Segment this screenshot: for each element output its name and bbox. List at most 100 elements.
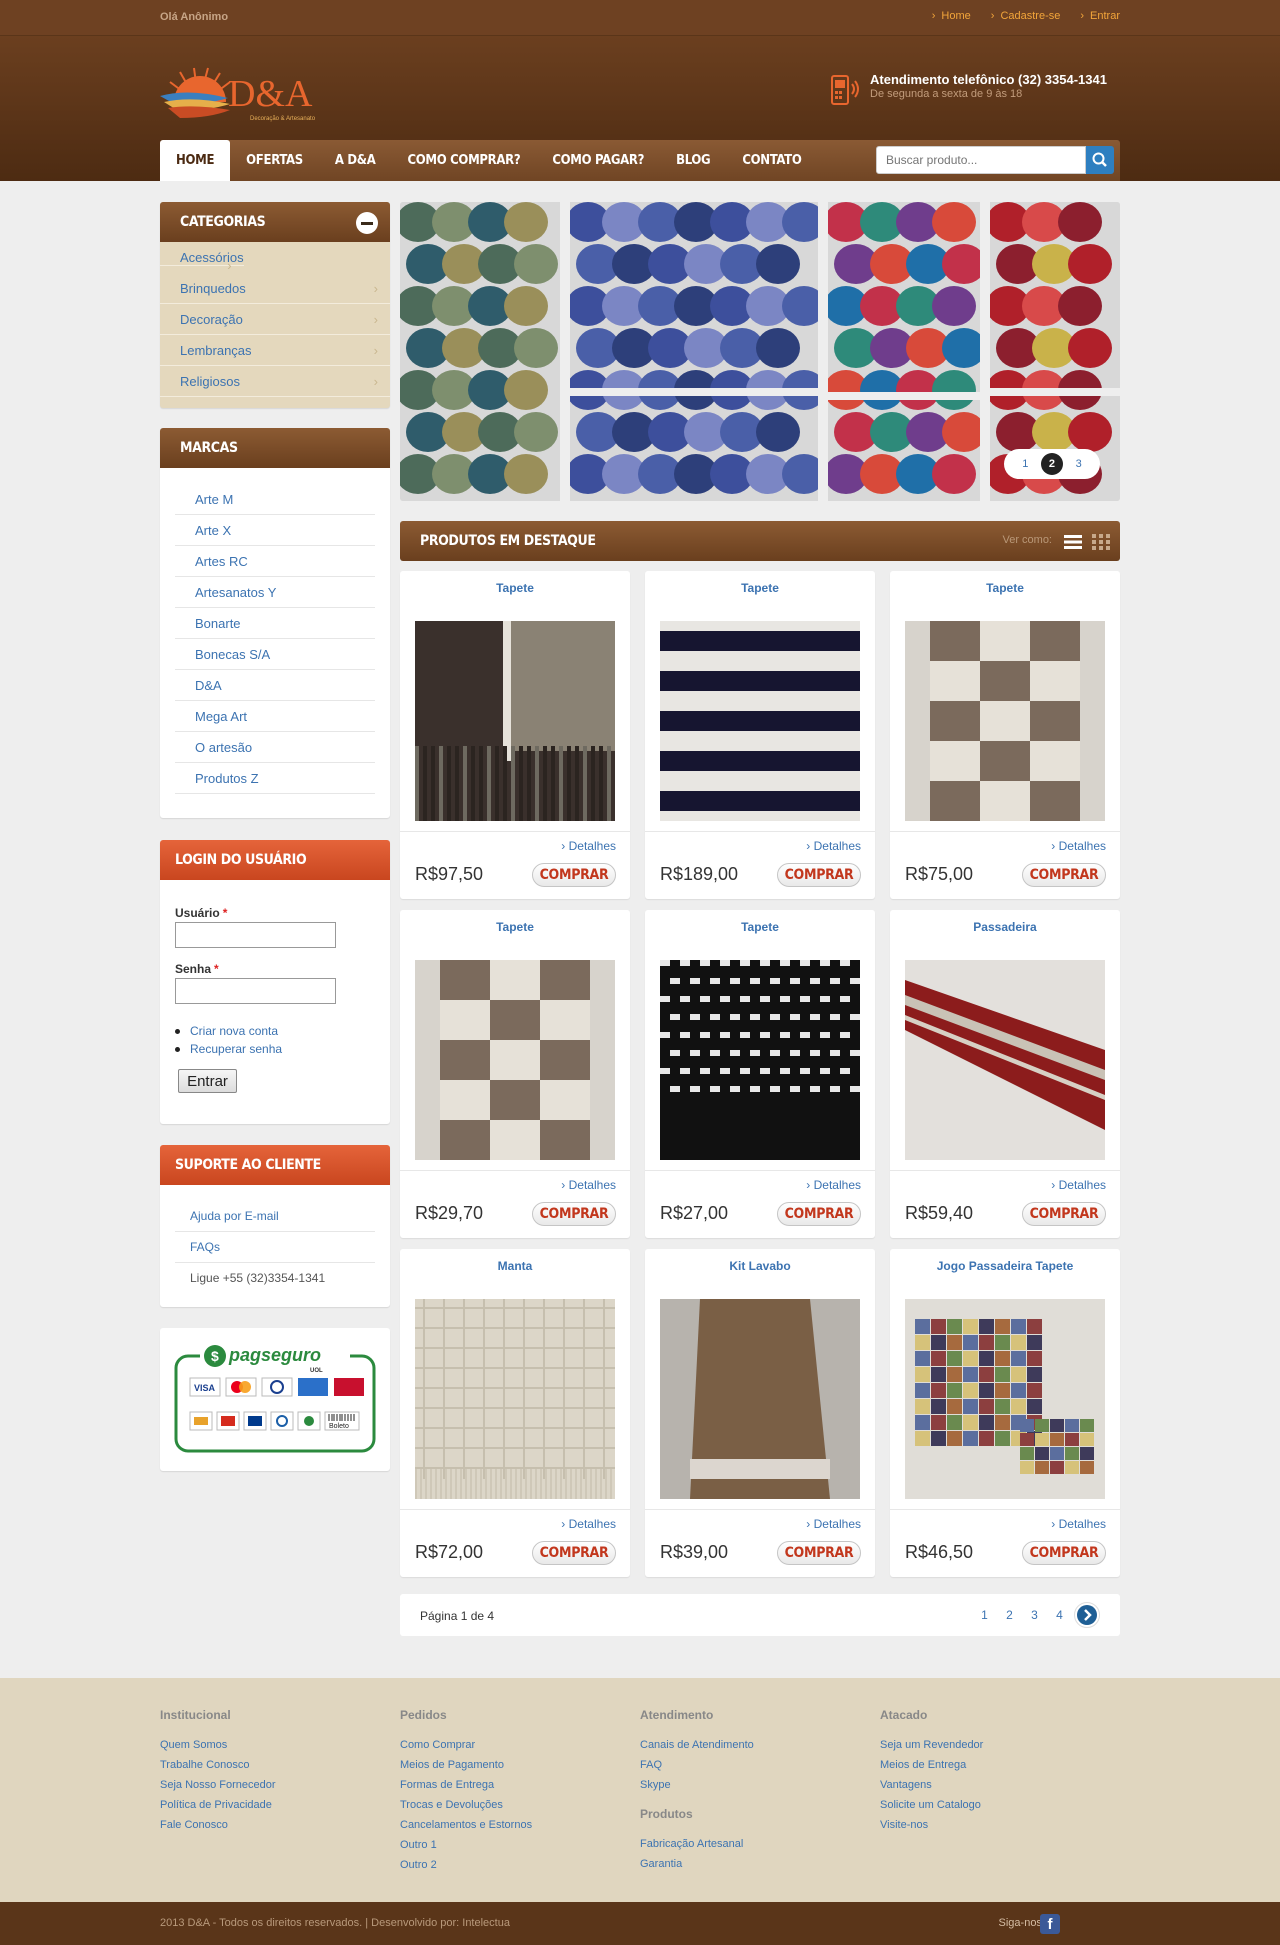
- slider-page-active[interactable]: 2: [1040, 453, 1063, 475]
- footer-link[interactable]: Visite-nos: [880, 1815, 1110, 1835]
- details-link[interactable]: › Detalhes: [1051, 1178, 1106, 1192]
- slider-page[interactable]: 3: [1068, 453, 1090, 475]
- search-button[interactable]: [1086, 146, 1114, 174]
- brand-item[interactable]: Produtos Z: [175, 763, 375, 794]
- product-image[interactable]: [660, 621, 860, 821]
- top-link-register[interactable]: › Cadastre-se: [991, 10, 1061, 22]
- product-name[interactable]: Tapete: [645, 920, 875, 934]
- footer-link[interactable]: Trabalhe Conosco: [160, 1755, 390, 1775]
- product-name[interactable]: Tapete: [400, 920, 630, 934]
- details-link[interactable]: › Detalhes: [1051, 839, 1106, 853]
- footer-link[interactable]: Fale Conosco: [160, 1815, 390, 1835]
- footer-link[interactable]: Skype: [640, 1775, 870, 1795]
- footer-link[interactable]: Garantia: [640, 1854, 870, 1874]
- details-link[interactable]: › Detalhes: [806, 839, 861, 853]
- username-field[interactable]: [175, 922, 336, 948]
- footer-link[interactable]: Outro 1: [400, 1835, 630, 1855]
- page-link[interactable]: 1: [974, 1602, 995, 1628]
- product-name[interactable]: Tapete: [890, 581, 1120, 595]
- support-email-link[interactable]: Ajuda por E-mail: [175, 1201, 375, 1232]
- category-item[interactable]: Lembranças ›: [160, 335, 390, 366]
- category-item[interactable]: Brinquedos ›: [160, 273, 390, 304]
- footer-link[interactable]: Fabricação Artesanal: [640, 1834, 870, 1854]
- footer-link[interactable]: Solicite um Catalogo: [880, 1795, 1110, 1815]
- recover-password-link[interactable]: Recuperar senha: [175, 1040, 282, 1058]
- brand-item[interactable]: O artesão: [175, 732, 375, 763]
- category-item[interactable]: Decoração ›: [160, 304, 390, 335]
- details-link[interactable]: › Detalhes: [561, 839, 616, 853]
- nav-item-home[interactable]: HOME: [160, 140, 231, 181]
- product-name[interactable]: Passadeira: [890, 920, 1120, 934]
- facebook-icon[interactable]: f: [1040, 1914, 1060, 1934]
- buy-button[interactable]: COMPRAR: [1022, 1541, 1106, 1565]
- page-link[interactable]: 3: [1024, 1602, 1045, 1628]
- hero-slider[interactable]: 1 2 3: [400, 202, 1120, 501]
- footer-link[interactable]: Vantagens: [880, 1775, 1110, 1795]
- nav-item-about[interactable]: A D&A: [319, 140, 392, 181]
- support-faq-link[interactable]: FAQs: [175, 1232, 375, 1263]
- site-logo[interactable]: D&A Decoração & Artesanato: [158, 58, 358, 124]
- product-image[interactable]: [660, 960, 860, 1160]
- brand-item[interactable]: Bonecas S/A: [175, 639, 375, 670]
- buy-button[interactable]: COMPRAR: [532, 863, 616, 887]
- collapse-icon[interactable]: [356, 212, 378, 234]
- footer-link[interactable]: Seja um Revendedor: [880, 1735, 1110, 1755]
- page-link[interactable]: 2: [999, 1602, 1020, 1628]
- create-account-link[interactable]: Criar nova conta: [175, 1022, 282, 1040]
- buy-button[interactable]: COMPRAR: [777, 1541, 861, 1565]
- product-image[interactable]: [905, 960, 1105, 1160]
- brand-item[interactable]: Bonarte: [175, 608, 375, 639]
- category-item[interactable]: Acessórios ›: [160, 250, 244, 273]
- nav-item-how-to-buy[interactable]: COMO COMPRAR?: [391, 140, 536, 181]
- brand-item[interactable]: D&A: [175, 670, 375, 701]
- product-name[interactable]: Jogo Passadeira Tapete: [890, 1259, 1120, 1273]
- product-name[interactable]: Kit Lavabo: [645, 1259, 875, 1273]
- nav-item-contact[interactable]: CONTATO: [726, 140, 817, 181]
- product-name[interactable]: Tapete: [645, 581, 875, 595]
- brand-item[interactable]: Arte X: [175, 515, 375, 546]
- footer-link[interactable]: Política de Privacidade: [160, 1795, 390, 1815]
- product-image[interactable]: [905, 1299, 1105, 1499]
- brand-item[interactable]: Artes RC: [175, 546, 375, 577]
- details-link[interactable]: › Detalhes: [806, 1178, 861, 1192]
- details-link[interactable]: › Detalhes: [561, 1178, 616, 1192]
- page-link[interactable]: 4: [1049, 1602, 1070, 1628]
- search-input[interactable]: [876, 146, 1086, 174]
- buy-button[interactable]: COMPRAR: [777, 863, 861, 887]
- top-link-login[interactable]: › Entrar: [1080, 10, 1120, 22]
- product-image[interactable]: [415, 621, 615, 821]
- footer-link[interactable]: Outro 2: [400, 1855, 630, 1875]
- buy-button[interactable]: COMPRAR: [532, 1541, 616, 1565]
- details-link[interactable]: › Detalhes: [1051, 1517, 1106, 1531]
- footer-link[interactable]: Formas de Entrega: [400, 1775, 630, 1795]
- details-link[interactable]: › Detalhes: [561, 1517, 616, 1531]
- details-link[interactable]: › Detalhes: [806, 1517, 861, 1531]
- next-page-button[interactable]: [1074, 1602, 1100, 1628]
- brand-item[interactable]: Artesanatos Y: [175, 577, 375, 608]
- buy-button[interactable]: COMPRAR: [1022, 863, 1106, 887]
- footer-link[interactable]: FAQ: [640, 1755, 870, 1775]
- product-image[interactable]: [905, 621, 1105, 821]
- nav-item-how-to-pay[interactable]: COMO PAGAR?: [536, 140, 660, 181]
- top-link-home[interactable]: › Home: [932, 10, 971, 22]
- brand-item[interactable]: Mega Art: [175, 701, 375, 732]
- product-image[interactable]: [415, 960, 615, 1160]
- product-name[interactable]: Tapete: [400, 581, 630, 595]
- footer-link[interactable]: Meios de Entrega: [880, 1755, 1110, 1775]
- footer-link[interactable]: Cancelamentos e Estornos: [400, 1815, 630, 1835]
- footer-link[interactable]: Seja Nosso Fornecedor: [160, 1775, 390, 1795]
- buy-button[interactable]: COMPRAR: [1022, 1202, 1106, 1226]
- brand-item[interactable]: Arte M: [175, 484, 375, 515]
- footer-link[interactable]: Trocas e Devoluções: [400, 1795, 630, 1815]
- buy-button[interactable]: COMPRAR: [777, 1202, 861, 1226]
- product-name[interactable]: Manta: [400, 1259, 630, 1273]
- footer-link[interactable]: Canais de Atendimento: [640, 1735, 870, 1755]
- nav-item-offers[interactable]: OFERTAS: [230, 140, 319, 181]
- product-image[interactable]: [415, 1299, 615, 1499]
- password-field[interactable]: [175, 978, 336, 1004]
- buy-button[interactable]: COMPRAR: [532, 1202, 616, 1226]
- footer-link[interactable]: Quem Somos: [160, 1735, 390, 1755]
- slider-page[interactable]: 1: [1014, 453, 1036, 475]
- footer-link[interactable]: Meios de Pagamento: [400, 1755, 630, 1775]
- footer-link[interactable]: Como Comprar: [400, 1735, 630, 1755]
